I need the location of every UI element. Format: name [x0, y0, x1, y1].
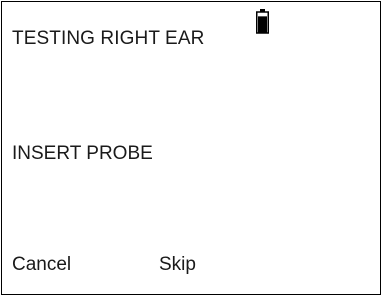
screen-title: TESTING RIGHT EAR [12, 28, 205, 49]
device-screen: TESTING RIGHT EAR INSERT PROBE Cancel Sk… [1, 1, 381, 295]
battery-icon [256, 9, 269, 34]
skip-button[interactable]: Skip [159, 254, 196, 276]
cancel-button[interactable]: Cancel [12, 254, 71, 276]
battery-fill [258, 16, 267, 33]
instruction-text: INSERT PROBE [12, 143, 153, 164]
